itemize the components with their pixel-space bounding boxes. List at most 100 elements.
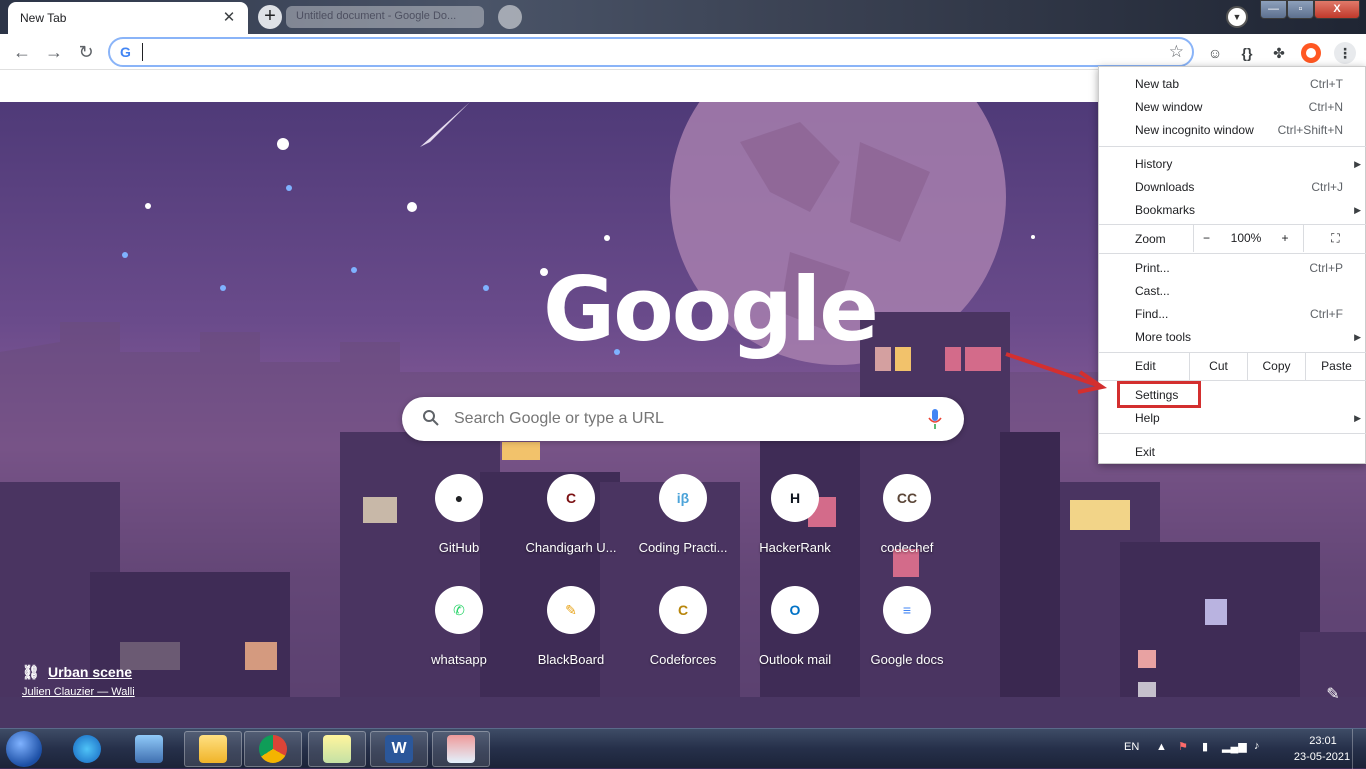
- start-button[interactable]: [6, 731, 42, 767]
- fullscreen-icon[interactable]: ⛶: [1303, 225, 1366, 252]
- clock-time[interactable]: 23:01: [1298, 735, 1348, 747]
- shortcut-label: Outlook mail: [758, 652, 832, 667]
- shortcut-tile[interactable]: ✎ BlackBoard: [515, 586, 627, 690]
- extension-json-icon[interactable]: {}: [1236, 42, 1258, 64]
- menu-label: Find...: [1135, 307, 1169, 321]
- zoom-in-button[interactable]: +: [1273, 225, 1297, 252]
- new-tab-button[interactable]: +: [258, 5, 282, 29]
- shortcut-tile[interactable]: C Codeforces: [627, 586, 739, 690]
- submenu-arrow-icon: ▶: [1354, 332, 1361, 342]
- reload-icon[interactable]: ↻: [74, 40, 98, 64]
- menu-item-cast[interactable]: Cast...: [1099, 280, 1366, 302]
- menu-label: Downloads: [1135, 180, 1195, 194]
- shortcut-tile[interactable]: C Chandigarh U...: [515, 474, 627, 578]
- menu-item-new-tab[interactable]: New tab Ctrl+T: [1099, 73, 1366, 95]
- ntp-search-input[interactable]: [454, 409, 914, 429]
- chrome-icon: [259, 735, 287, 763]
- tab-search-dropdown-icon[interactable]: ▼: [1226, 6, 1248, 28]
- shortcut-tile[interactable]: ✆ whatsapp: [403, 586, 515, 690]
- extension-face-icon[interactable]: ☺: [1204, 42, 1226, 64]
- chrome-menu-kebab-icon[interactable]: ⋮: [1334, 42, 1356, 64]
- tab-new-tab[interactable]: New Tab ✕: [8, 2, 248, 34]
- shortcut-tile[interactable]: iβ Coding Practi...: [627, 474, 739, 578]
- language-indicator[interactable]: EN: [1124, 741, 1139, 753]
- submenu-arrow-icon: ▶: [1354, 159, 1361, 169]
- blackboard-icon: ✎: [547, 586, 595, 634]
- google-g-icon: G: [120, 44, 131, 60]
- attribution-artist-link[interactable]: Julien Clauzier — Walli: [22, 686, 135, 698]
- shortcut-tile[interactable]: ≡ Google docs: [851, 586, 963, 690]
- github-icon: ●: [435, 474, 483, 522]
- submenu-arrow-icon: ▶: [1354, 205, 1361, 215]
- back-arrow-icon[interactable]: ←: [10, 40, 34, 64]
- taskbar-chrome[interactable]: [244, 731, 302, 767]
- taskbar-explorer[interactable]: [184, 731, 242, 767]
- window-minimize-button[interactable]: —: [1260, 0, 1287, 19]
- taskbar-word[interactable]: W: [370, 731, 428, 767]
- microphone-icon[interactable]: [928, 409, 942, 429]
- background-attribution: ⛓ Urban scene Julien Clauzier — Walli: [22, 664, 135, 698]
- show-desktop-button[interactable]: [1352, 729, 1366, 769]
- shortcut-tile[interactable]: ● GitHub: [403, 474, 515, 578]
- bookmark-star-icon[interactable]: ☆: [1169, 42, 1184, 62]
- menu-item-new-window[interactable]: New window Ctrl+N: [1099, 96, 1366, 118]
- menu-item-bookmarks[interactable]: Bookmarks ▶: [1099, 199, 1366, 221]
- address-bar[interactable]: G ☆: [108, 37, 1194, 67]
- menu-item-downloads[interactable]: Downloads Ctrl+J: [1099, 176, 1366, 198]
- whatsapp-icon: ✆: [435, 586, 483, 634]
- profile-avatar-icon[interactable]: [1300, 42, 1322, 64]
- folder-icon: [199, 735, 227, 763]
- settings-highlight-box: [1117, 381, 1201, 408]
- menu-item-print[interactable]: Print... Ctrl+P: [1099, 257, 1366, 279]
- shortcut-tile[interactable]: CC codechef: [851, 474, 963, 578]
- menu-shortcut: Ctrl+Shift+N: [1277, 123, 1343, 137]
- attribution-title-link[interactable]: ⛓ Urban scene: [22, 664, 135, 680]
- zoom-level: 100%: [1230, 231, 1262, 245]
- address-input[interactable]: [142, 43, 1152, 61]
- menu-item-help[interactable]: Help ▶: [1099, 407, 1366, 429]
- menu-item-exit[interactable]: Exit: [1099, 441, 1366, 463]
- taskbar-snipping-tool[interactable]: [432, 731, 490, 767]
- menu-item-more-tools[interactable]: More tools ▶: [1099, 326, 1366, 348]
- ntp-search-box[interactable]: [402, 397, 964, 441]
- edit-copy-button[interactable]: Copy: [1247, 353, 1305, 380]
- taskbar-sticky-notes[interactable]: [308, 731, 366, 767]
- computer-icon: [135, 735, 163, 763]
- menu-divider: [1099, 146, 1366, 147]
- battery-icon[interactable]: ▮: [1202, 740, 1208, 753]
- menu-shortcut: Ctrl+J: [1311, 180, 1343, 194]
- shortcut-label: BlackBoard: [537, 652, 605, 667]
- taskbar-edge[interactable]: [58, 731, 116, 767]
- menu-label: More tools: [1135, 330, 1192, 344]
- clock-date[interactable]: 23-05-2021: [1284, 751, 1360, 763]
- signal-icon[interactable]: ▂▄▆: [1222, 740, 1247, 753]
- shortcut-tile[interactable]: O Outlook mail: [739, 586, 851, 690]
- menu-shortcut: Ctrl+F: [1310, 307, 1343, 321]
- menu-item-new-incognito[interactable]: New incognito window Ctrl+Shift+N: [1099, 119, 1366, 141]
- hackerrank-icon: H: [771, 474, 819, 522]
- google-docs-icon: ≡: [883, 586, 931, 634]
- menu-label: Print...: [1135, 261, 1170, 275]
- title-bar: New Tab ✕ + Untitled document - Google D…: [0, 0, 1366, 34]
- shortcut-label: codechef: [880, 540, 934, 555]
- close-tab-icon[interactable]: ✕: [220, 9, 238, 27]
- menu-item-find[interactable]: Find... Ctrl+F: [1099, 303, 1366, 325]
- taskbar-remote-desktop[interactable]: [120, 731, 178, 767]
- shortcut-tile[interactable]: H HackerRank: [739, 474, 851, 578]
- customize-pencil-icon[interactable]: ✎: [1322, 684, 1344, 706]
- menu-label: Exit: [1135, 445, 1156, 459]
- window-maximize-button[interactable]: ▫: [1287, 0, 1314, 19]
- tray-expand-icon[interactable]: ▲: [1156, 741, 1167, 753]
- edit-paste-button[interactable]: Paste: [1305, 353, 1366, 380]
- extensions-puzzle-icon[interactable]: ✤: [1268, 42, 1290, 64]
- zoom-out-button[interactable]: −: [1193, 225, 1219, 252]
- network-error-icon[interactable]: ⚑: [1178, 740, 1188, 753]
- edit-cut-button[interactable]: Cut: [1189, 353, 1247, 380]
- forward-arrow-icon[interactable]: →: [42, 40, 66, 64]
- snipping-tool-icon: [447, 735, 475, 763]
- window-close-button[interactable]: X: [1314, 0, 1360, 19]
- menu-item-history[interactable]: History ▶: [1099, 153, 1366, 175]
- volume-icon[interactable]: ♪: [1254, 740, 1260, 752]
- tab-google-docs[interactable]: Untitled document - Google Do...: [286, 6, 484, 28]
- edge-icon: [73, 735, 101, 763]
